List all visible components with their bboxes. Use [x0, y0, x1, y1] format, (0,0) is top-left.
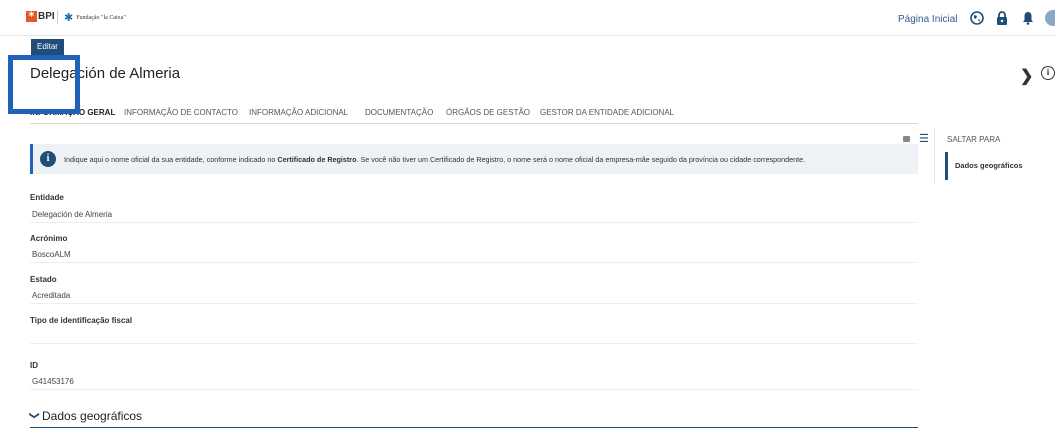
- logo-divider: [57, 10, 58, 24]
- field-label-id: ID: [30, 361, 38, 370]
- bpi-logo[interactable]: BPI: [26, 10, 55, 22]
- jump-to-header: SALTAR PARA: [947, 135, 1001, 144]
- highlight-frame: [8, 55, 80, 114]
- bell-icon[interactable]: [1021, 11, 1035, 25]
- top-bar: BPI ✱ Fundação "la Caixa" Página Inicial: [0, 0, 1055, 36]
- section-dados-geograficos[interactable]: ❯ Dados geográficos: [29, 408, 918, 428]
- fundacao-star-icon: ✱: [64, 12, 74, 24]
- chevron-right-icon[interactable]: ❯: [1020, 66, 1033, 86]
- field-label-tipo-identificacao: Tipo de identificação fiscal: [30, 316, 133, 325]
- info-alert: i Indique aqui o nome oficial da sua ent…: [30, 144, 918, 174]
- tab-informacao-contacto[interactable]: INFORMAÇÃO DE CONTACTO: [124, 108, 238, 117]
- home-link[interactable]: Página Inicial: [898, 14, 957, 25]
- lock-icon[interactable]: [995, 11, 1009, 25]
- bpi-logo-icon: [26, 10, 37, 22]
- field-value-id: G41453176: [30, 376, 918, 390]
- alert-text-bold: Certificado de Registro: [277, 155, 357, 164]
- globe-icon[interactable]: [970, 11, 984, 25]
- info-icon[interactable]: i: [1041, 66, 1055, 80]
- section-title: Dados geográficos: [42, 409, 143, 423]
- tab-gestor-entidade[interactable]: GESTOR DA ENTIDADE ADICIONAL: [540, 108, 674, 117]
- field-value-tipo-identificacao: [30, 330, 918, 344]
- jump-to-dados-geograficos[interactable]: Dados geográficos: [945, 152, 1055, 180]
- info-alert-icon: i: [40, 151, 56, 167]
- tab-bar: INFORMAÇÃO GERAL INFORMAÇÃO DE CONTACTO …: [30, 104, 918, 124]
- field-label-acronimo: Acrónimo: [30, 234, 68, 243]
- tab-orgaos-gestao[interactable]: ÓRGÃOS DE GESTÃO: [446, 108, 530, 117]
- edit-button[interactable]: Editar: [31, 39, 64, 55]
- field-value-entidade: Delegación de Almeria: [30, 209, 918, 223]
- avatar[interactable]: [1045, 10, 1055, 26]
- field-value-estado: Acreditada: [30, 290, 918, 304]
- alert-text-part: Indique aqui o nome oficial da sua entid…: [64, 155, 278, 164]
- bpi-logo-text: BPI: [38, 11, 55, 22]
- chevron-down-icon[interactable]: ❯: [29, 411, 40, 419]
- list-icon[interactable]: ☰: [919, 132, 929, 145]
- alert-text: Indique aqui o nome oficial da sua entid…: [64, 155, 805, 164]
- minimize-icon[interactable]: [903, 136, 910, 142]
- alert-text-part: . Se você não tiver um Certificado de Re…: [356, 155, 806, 164]
- field-label-estado: Estado: [30, 275, 57, 284]
- field-label-entidade: Entidade: [30, 193, 64, 202]
- tab-documentacao[interactable]: DOCUMENTAÇÃO: [365, 108, 433, 117]
- tab-informacao-adicional[interactable]: INFORMAÇÃO ADICIONAL: [249, 108, 348, 117]
- field-value-acronimo: BoscoALM: [30, 249, 918, 263]
- fundacao-logo[interactable]: ✱ Fundação "la Caixa": [64, 11, 126, 24]
- fundacao-logo-text: Fundação "la Caixa": [76, 14, 126, 21]
